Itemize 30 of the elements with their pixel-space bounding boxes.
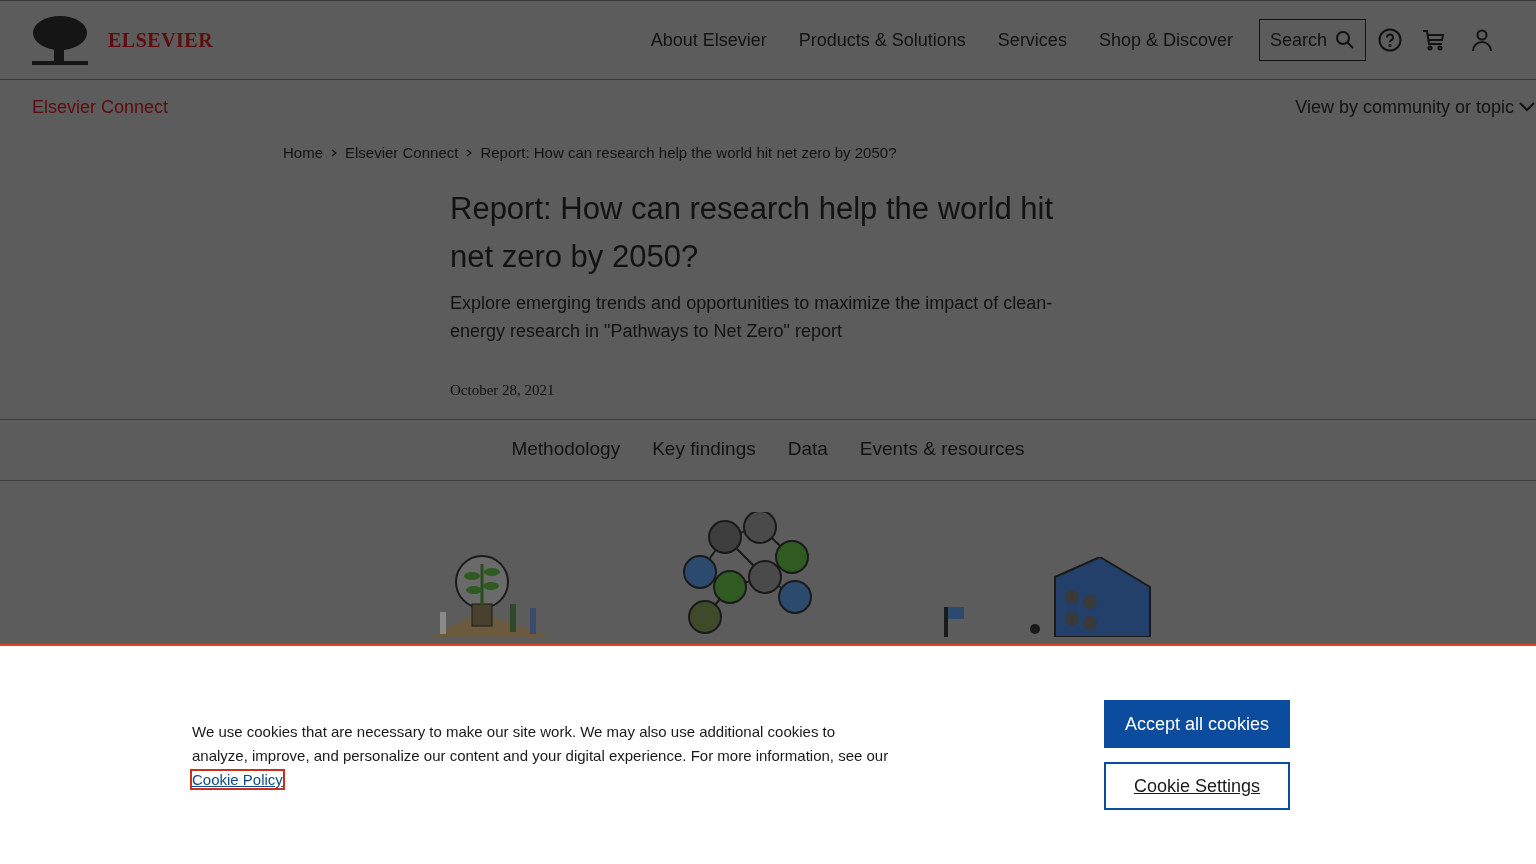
breadcrumb-current-page: Report: How can research help the world hit net zero by 2050? (480, 143, 897, 163)
search-button[interactable]: Search (1258, 19, 1366, 61)
section-tab[interactable]: Methodology (511, 435, 621, 464)
section-tab[interactable]: Key findings (652, 435, 756, 464)
chevron-down-icon (1518, 101, 1536, 113)
accept-cookies-button[interactable]: Accept all cookies (1104, 700, 1290, 748)
article-title: Report: How can research help the world hit net zero by 2050? (450, 189, 1055, 276)
community-topic-dropdown[interactable]: View by community or topic (1295, 93, 1536, 121)
breadcrumb-link[interactable]: Elsevier Connect (345, 142, 459, 165)
cookie-notice-text: We use cookies that are necessary to make our site work. We may also use additional cookies to analyze, improve, and personalize our content and your digital experience. For more information, see our Cookie Policy (192, 722, 890, 790)
chevron-right-icon (466, 149, 473, 158)
help-icon[interactable] (1378, 28, 1402, 52)
section-tab[interactable]: Events & resources (859, 435, 1025, 464)
search-icon (1335, 30, 1355, 50)
nav-link[interactable]: Services (997, 26, 1067, 54)
cart-icon[interactable] (1422, 28, 1446, 52)
section-title-link[interactable]: Elsevier Connect (32, 93, 169, 121)
breadcrumb-link[interactable]: Home (283, 142, 323, 165)
logo-wordmark[interactable]: ELSEVIER (108, 25, 214, 55)
user-icon[interactable] (1470, 28, 1494, 52)
cookie-policy-link[interactable]: Cookie Policy (192, 771, 283, 788)
nav-link[interactable]: Shop & Discover (1098, 26, 1233, 54)
nav-link[interactable]: Products & Solutions (798, 26, 966, 54)
chevron-right-icon (331, 149, 337, 158)
nav-link[interactable]: About Elsevier (650, 26, 767, 54)
article-subtitle: Explore emerging trends and opportunities to maximize the impact of clean-energy research in "Pathways to Net Zero" report (450, 291, 1054, 343)
cookie-settings-button[interactable]: Cookie Settings (1104, 762, 1290, 810)
tree-logo-icon[interactable] (32, 15, 88, 65)
publish-date: October 28, 2021 (450, 380, 556, 400)
section-tab[interactable]: Data (787, 435, 828, 464)
